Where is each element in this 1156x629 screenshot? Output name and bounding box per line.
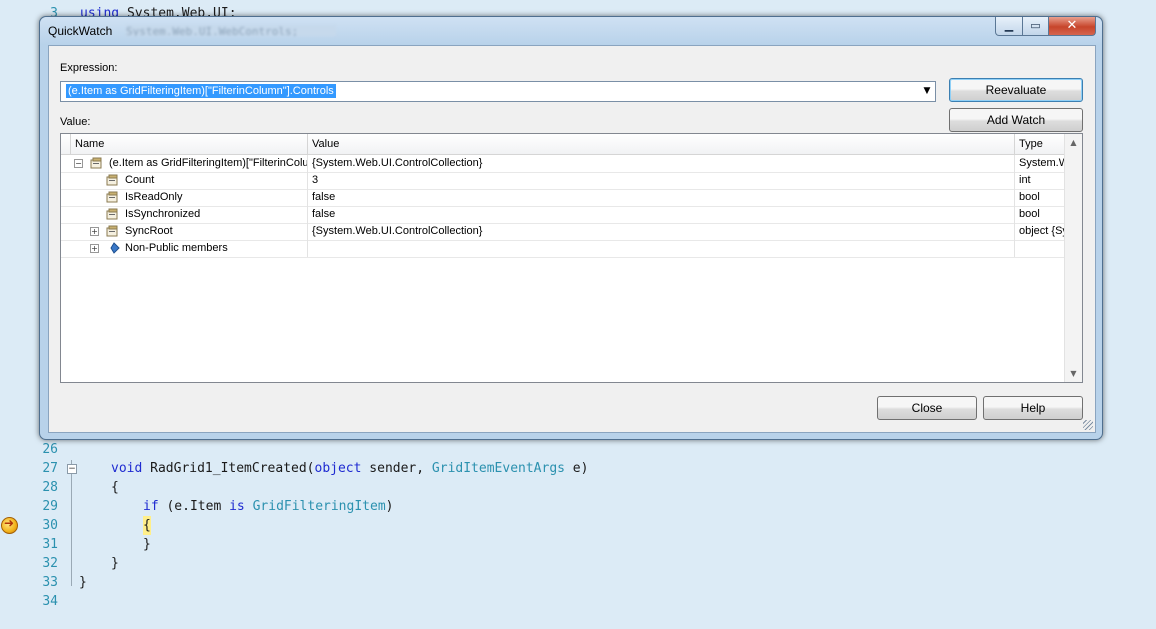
expand-icon[interactable]: +	[90, 227, 99, 236]
code-line-30: 30 {	[0, 516, 1156, 535]
line-number: 32	[42, 556, 58, 571]
code-text: }	[143, 537, 151, 552]
column-header-name[interactable]: Name	[71, 134, 308, 154]
line-number: 27	[42, 461, 58, 476]
code-text: void RadGrid1_ItemCreated(object sender,…	[111, 461, 589, 476]
scroll-down-icon[interactable]: ▼	[1065, 365, 1082, 382]
expression-combobox[interactable]: (e.Item as GridFilteringItem)["FilterinC…	[60, 81, 936, 102]
value-grid[interactable]: Name Value Type − (e.Item as GridFilteri…	[60, 133, 1083, 383]
row-name: SyncRoot	[121, 223, 308, 240]
row-name: Non-Public members	[121, 240, 308, 257]
code-text: }	[79, 575, 87, 590]
add-watch-button[interactable]: Add Watch	[949, 108, 1083, 132]
code-line-27: 27 void RadGrid1_ItemCreated(object send…	[0, 459, 1156, 478]
expression-label: Expression:	[60, 62, 118, 74]
grid-header: Name Value Type	[61, 134, 1082, 155]
row-name: Count	[121, 172, 308, 189]
code-text: {	[111, 480, 119, 495]
close-button[interactable]: Close	[877, 396, 977, 420]
line-number: 34	[42, 594, 58, 609]
row-name: IsReadOnly	[121, 189, 308, 206]
row-type: bool	[1019, 191, 1040, 203]
resize-grip-icon[interactable]	[1083, 420, 1093, 430]
dialog-title: QuickWatch	[48, 24, 113, 38]
close-icon: ✕	[1066, 18, 1078, 33]
row-type: System.Web.UI.ControlCollection	[1019, 157, 1064, 169]
minimize-button[interactable]: ▁	[995, 17, 1023, 36]
property-icon	[106, 191, 118, 203]
blurred-background-text: System.Web.UI.WebControls;	[126, 25, 336, 36]
column-header-type[interactable]: Type	[1015, 134, 1064, 154]
quickwatch-dialog: QuickWatch System.Web.UI.WebControls; ▁ …	[39, 16, 1103, 440]
grid-row[interactable]: − (e.Item as GridFilteringItem)["Filteri…	[61, 155, 1064, 173]
minimize-icon: ▁	[1004, 19, 1014, 32]
line-number: 26	[42, 442, 58, 457]
dialog-client-area: Expression: (e.Item as GridFilteringItem…	[48, 45, 1096, 433]
help-button[interactable]: Help	[983, 396, 1083, 420]
grid-row[interactable]: Count 3 int	[61, 172, 1064, 190]
code-line-33: 33 }	[0, 573, 1156, 592]
line-number: 30	[42, 518, 58, 533]
code-line-34: 34	[0, 592, 1156, 611]
header-spacer	[61, 134, 71, 154]
row-name: (e.Item as GridFilteringItem)["FilterinC…	[105, 155, 308, 172]
code-line-28: 28 {	[0, 478, 1156, 497]
chevron-down-icon[interactable]: ▼	[919, 82, 935, 101]
row-value: false	[308, 206, 1015, 223]
window-close-button[interactable]: ✕	[1048, 17, 1096, 36]
current-line-arrow-icon: ➜	[1, 516, 18, 534]
property-icon	[90, 157, 102, 169]
code-line-32: 32 }	[0, 554, 1156, 573]
row-type: bool	[1019, 208, 1040, 220]
value-label: Value:	[60, 116, 91, 128]
grid-row[interactable]: IsReadOnly false bool	[61, 189, 1064, 207]
grid-row[interactable]: + Non-Public members	[61, 240, 1064, 258]
property-icon	[106, 174, 118, 186]
code-line-26: 26	[0, 440, 1156, 459]
grid-row[interactable]: + SyncRoot {System.Web.UI.ControlCollect…	[61, 223, 1064, 241]
property-icon	[106, 208, 118, 220]
code-line-29: 29 if (e.Item is GridFilteringItem)	[0, 497, 1156, 516]
title-bar[interactable]: QuickWatch System.Web.UI.WebControls; ▁ …	[40, 17, 1102, 45]
line-number: 31	[42, 537, 58, 552]
row-value: 3	[308, 172, 1015, 189]
code-text: if (e.Item is GridFilteringItem)	[143, 499, 394, 514]
row-value: false	[308, 189, 1015, 206]
expression-input-value[interactable]: (e.Item as GridFilteringItem)["FilterinC…	[66, 84, 336, 98]
maximize-button[interactable]: ▭	[1022, 17, 1049, 36]
column-header-value[interactable]: Value	[308, 134, 1015, 154]
grid-row[interactable]: IsSynchronized false bool	[61, 206, 1064, 224]
line-number: 33	[42, 575, 58, 590]
property-icon	[106, 225, 118, 237]
row-type	[1015, 240, 1064, 257]
maximize-icon: ▭	[1030, 19, 1041, 32]
code-line-31: 31 }	[0, 535, 1156, 554]
expand-icon[interactable]: +	[90, 244, 99, 253]
row-value: {System.Web.UI.ControlCollection}	[308, 223, 1015, 240]
row-value: {System.Web.UI.ControlCollection}	[308, 155, 1015, 172]
row-type: object {System.Web.UI.ControlCollection}	[1019, 225, 1064, 237]
scroll-up-icon[interactable]: ▲	[1065, 134, 1082, 151]
reevaluate-button[interactable]: Reevaluate	[949, 78, 1083, 102]
line-number: 28	[42, 480, 58, 495]
current-statement-highlight: {	[143, 516, 151, 535]
row-type: int	[1019, 174, 1031, 186]
vertical-scrollbar[interactable]: ▲ ▼	[1064, 134, 1082, 382]
collapse-icon[interactable]: −	[74, 159, 83, 168]
code-text: }	[111, 556, 119, 571]
line-number: 29	[42, 499, 58, 514]
row-value	[308, 240, 1015, 257]
row-name: IsSynchronized	[121, 206, 308, 223]
non-public-icon	[110, 242, 120, 254]
